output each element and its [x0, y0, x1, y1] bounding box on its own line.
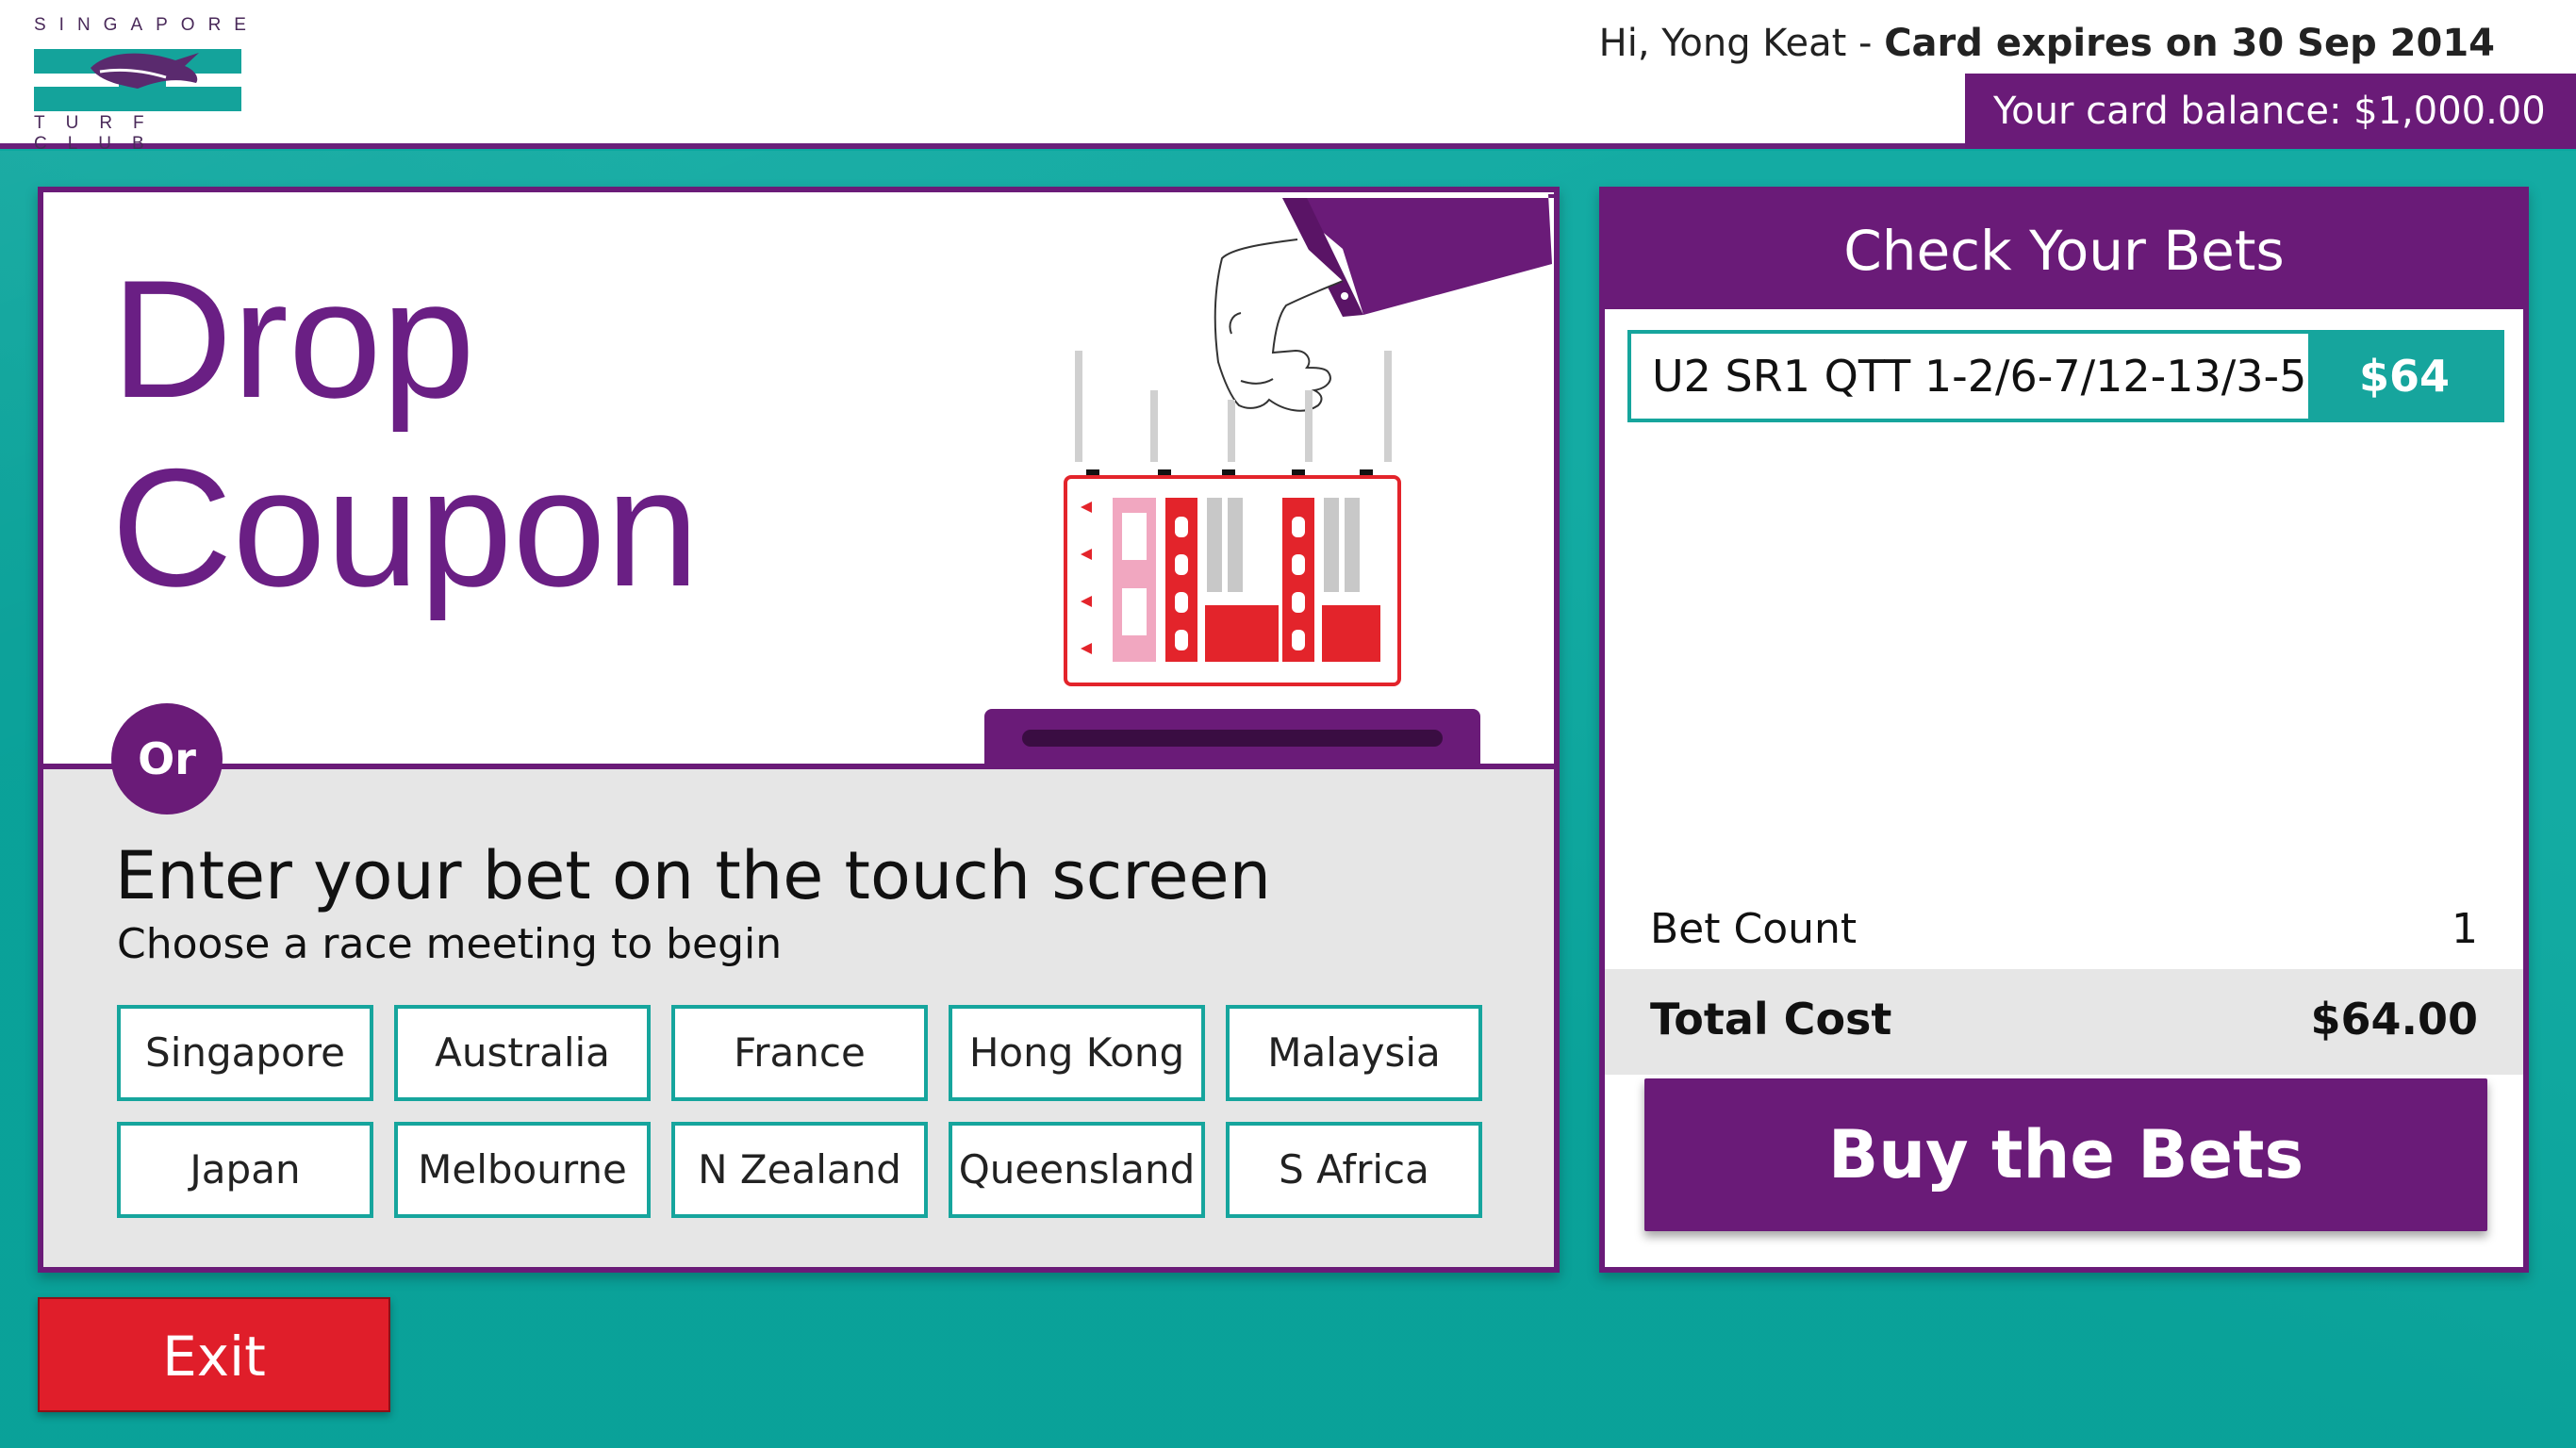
meeting-button-japan[interactable]: Japan: [117, 1122, 373, 1218]
meeting-button-france[interactable]: France: [671, 1005, 928, 1101]
meeting-button-singapore[interactable]: Singapore: [117, 1005, 373, 1101]
check-bets-title: Check Your Bets: [1605, 192, 2523, 309]
buy-bets-button[interactable]: Buy the Bets: [1644, 1078, 2487, 1231]
meeting-button-n-zealand[interactable]: N Zealand: [671, 1122, 928, 1218]
header-bar: SINGAPORE TURF CLUB Hi, Yong Keat - Card…: [0, 0, 2576, 154]
bet-count-value: 1: [2452, 905, 2478, 953]
total-cost-label: Total Cost: [1650, 994, 1892, 1045]
bet-count-row: Bet Count 1: [1605, 890, 2523, 969]
drop-coupon-illustration: [984, 194, 1554, 769]
bet-entry-panel: Drop Coupon Or Enter your bet on the tou…: [38, 187, 1560, 1273]
meeting-button-malaysia[interactable]: Malaysia: [1226, 1005, 1482, 1101]
coupon-slot-icon: [984, 709, 1480, 769]
meeting-button-melbourne[interactable]: Melbourne: [394, 1122, 651, 1218]
bet-count-label: Bet Count: [1650, 905, 1858, 953]
touch-entry-subtitle: Choose a race meeting to begin: [117, 920, 783, 968]
singapore-turf-club-logo: SINGAPORE TURF CLUB: [34, 15, 259, 154]
horse-logo-icon: [34, 49, 241, 111]
exit-button[interactable]: Exit: [38, 1297, 390, 1412]
race-meeting-grid: Singapore Australia France Hong Kong Mal…: [117, 1005, 1531, 1218]
drop-coupon-title: Drop Coupon: [111, 245, 700, 622]
drop-coupon-line1: Drop: [111, 245, 475, 433]
meeting-button-australia[interactable]: Australia: [394, 1005, 651, 1101]
meeting-button-queensland[interactable]: Queensland: [949, 1122, 1205, 1218]
drop-coupon-line2: Coupon: [111, 434, 700, 621]
betting-coupon-icon: [1064, 469, 1401, 686]
card-expiry: Card expires on 30 Sep 2014: [1884, 22, 2495, 65]
logo-text-top: SINGAPORE: [34, 15, 259, 35]
greeting: Hi, Yong Keat - Card expires on 30 Sep 2…: [1599, 17, 2495, 70]
bet-description: U2 SR1 QTT 1-2/6-7/12-13/3-5: [1652, 351, 2307, 402]
total-cost-row: Total Cost $64.00: [1605, 969, 2523, 1075]
bet-list-item[interactable]: U2 SR1 QTT 1-2/6-7/12-13/3-5 $64: [1627, 330, 2504, 422]
card-balance: Your card balance: $1,000.00: [1965, 74, 2576, 149]
check-bets-panel: Check Your Bets U2 SR1 QTT 1-2/6-7/12-13…: [1599, 187, 2529, 1273]
logo-text-bottom: TURF CLUB: [34, 113, 165, 154]
meeting-button-s-africa[interactable]: S Africa: [1226, 1122, 1482, 1218]
touch-entry-title: Enter your bet on the touch screen: [115, 837, 1271, 914]
total-cost-value: $64.00: [2310, 994, 2478, 1045]
bet-amount: $64: [2308, 334, 2501, 419]
meeting-button-hong-kong[interactable]: Hong Kong: [949, 1005, 1205, 1101]
greeting-name: Hi, Yong Keat -: [1598, 22, 1885, 65]
or-badge: Or: [111, 703, 223, 814]
